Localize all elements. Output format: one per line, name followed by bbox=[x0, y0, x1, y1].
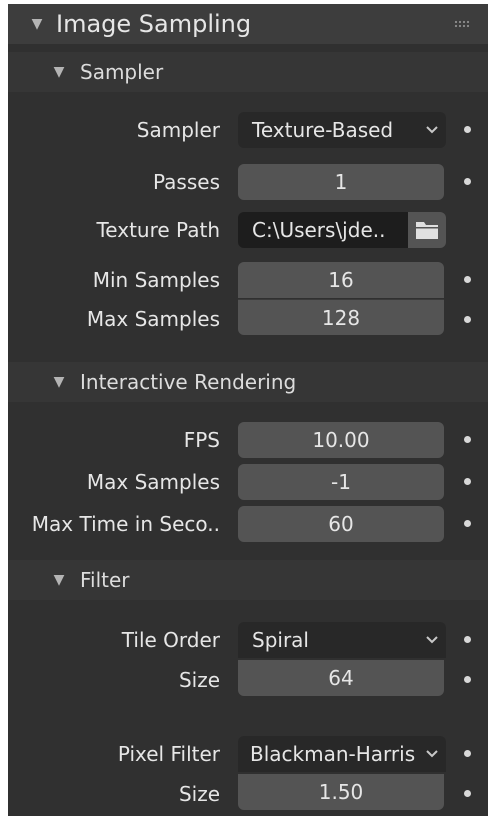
tile-size-field[interactable]: 64 bbox=[238, 660, 444, 696]
max-samples-field[interactable]: 128 bbox=[238, 299, 444, 335]
filter-size-field[interactable]: 1.50 bbox=[238, 774, 444, 810]
subpanel-header-interactive-rendering[interactable]: ▼ Interactive Rendering bbox=[8, 362, 488, 402]
tile-order-value: Spiral bbox=[252, 628, 309, 652]
fps-field[interactable]: 10.00 bbox=[238, 422, 444, 458]
min-samples-field[interactable]: 16 bbox=[238, 262, 444, 298]
interactive-max-samples-label: Max Samples bbox=[86, 470, 220, 494]
subpanel-header-sampler[interactable]: ▼ Sampler bbox=[8, 52, 488, 92]
max-samples-label: Max Samples bbox=[86, 307, 220, 331]
triangle-down-icon[interactable]: ▼ bbox=[52, 572, 66, 588]
chevron-down-icon bbox=[426, 636, 438, 644]
triangle-down-icon[interactable]: ▼ bbox=[52, 64, 66, 80]
pixel-filter-dropdown[interactable]: Blackman-Harris bbox=[238, 736, 446, 772]
folder-icon bbox=[416, 222, 438, 239]
panel-title: Image Sampling bbox=[56, 10, 252, 38]
pixel-filter-label: Pixel Filter bbox=[117, 742, 220, 766]
subpanel-title-interactive-rendering: Interactive Rendering bbox=[80, 370, 297, 394]
browse-folder-button[interactable] bbox=[408, 212, 446, 248]
subpanel-title-filter: Filter bbox=[80, 568, 130, 592]
chevron-down-icon bbox=[426, 750, 438, 758]
passes-value: 1 bbox=[334, 170, 348, 194]
max-time-field[interactable]: 60 bbox=[238, 506, 444, 542]
tile-size-value: 64 bbox=[328, 666, 354, 690]
fps-value: 10.00 bbox=[312, 428, 370, 452]
pixel-filter-value: Blackman-Harris bbox=[250, 742, 416, 766]
subpanel-header-filter[interactable]: ▼ Filter bbox=[8, 560, 488, 600]
triangle-down-icon[interactable]: ▼ bbox=[30, 16, 44, 32]
animate-property-dot[interactable] bbox=[464, 178, 471, 185]
min-samples-label: Min Samples bbox=[92, 268, 220, 292]
sampler-dropdown[interactable]: Texture-Based bbox=[238, 112, 446, 148]
max-samples-value: 128 bbox=[321, 305, 361, 330]
sampler-label: Sampler bbox=[136, 118, 220, 142]
tile-order-dropdown[interactable]: Spiral bbox=[238, 622, 446, 658]
fps-label: FPS bbox=[183, 428, 220, 452]
animate-property-dot[interactable] bbox=[464, 436, 471, 443]
tile-size-label: Size bbox=[178, 668, 220, 692]
passes-field[interactable]: 1 bbox=[238, 164, 444, 200]
texture-path-value: C:\Users\jde.. bbox=[252, 218, 386, 242]
max-time-label: Max Time in Seco.. bbox=[31, 512, 220, 536]
chevron-down-icon bbox=[426, 126, 438, 134]
interactive-max-samples-value: -1 bbox=[331, 470, 351, 494]
triangle-down-icon[interactable]: ▼ bbox=[52, 374, 66, 390]
tile-order-label: Tile Order bbox=[121, 628, 220, 652]
passes-label: Passes bbox=[153, 170, 220, 194]
animate-property-dot[interactable] bbox=[464, 478, 471, 485]
animate-property-dot[interactable] bbox=[464, 676, 471, 683]
filter-size-value: 1.50 bbox=[318, 780, 364, 804]
interactive-max-samples-field[interactable]: -1 bbox=[238, 464, 444, 500]
animate-property-dot[interactable] bbox=[464, 636, 471, 643]
subpanel-title-sampler: Sampler bbox=[80, 60, 164, 84]
image-sampling-panel: ▼ Image Sampling ▼ Sampler Sampler Textu… bbox=[8, 4, 488, 816]
max-time-value: 60 bbox=[328, 512, 354, 536]
texture-path-label: Texture Path bbox=[96, 218, 220, 242]
animate-property-dot[interactable] bbox=[464, 790, 471, 797]
texture-path-input[interactable]: C:\Users\jde.. bbox=[238, 212, 408, 248]
grip-dots-icon[interactable] bbox=[454, 20, 470, 28]
animate-property-dot[interactable] bbox=[464, 316, 471, 323]
min-samples-value: 16 bbox=[328, 268, 354, 292]
animate-property-dot[interactable] bbox=[464, 276, 471, 283]
panel-header-image-sampling[interactable]: ▼ Image Sampling bbox=[8, 4, 488, 44]
sampler-value: Texture-Based bbox=[252, 118, 394, 142]
animate-property-dot[interactable] bbox=[464, 126, 471, 133]
filter-size-label: Size bbox=[178, 782, 220, 806]
animate-property-dot[interactable] bbox=[464, 520, 471, 527]
animate-property-dot[interactable] bbox=[464, 750, 471, 757]
